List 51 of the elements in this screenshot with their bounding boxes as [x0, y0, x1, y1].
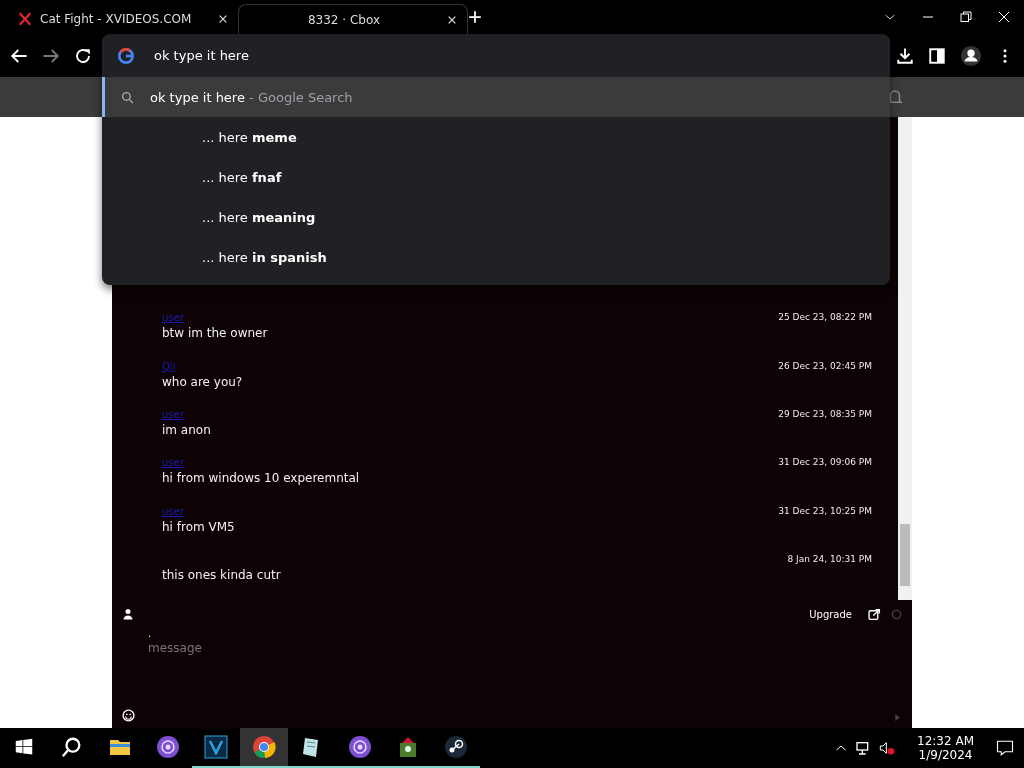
profile-icon[interactable] — [960, 44, 982, 67]
windows-icon — [15, 738, 33, 756]
suggestion-item[interactable]: ok type it here - Google Search — [102, 77, 890, 117]
x-logo-icon — [18, 12, 32, 26]
browser-tab[interactable]: Cat Fight - XVIDEOS.COM — [8, 4, 238, 34]
message-time: 8 Jan 24, 10:31 PM — [787, 553, 872, 566]
message-text: who are you? — [162, 374, 244, 389]
suggestion-item[interactable]: ... here meme — [102, 117, 890, 157]
address-field[interactable]: ok type it here — [152, 47, 656, 64]
message-text: im anon — [162, 422, 212, 437]
message-time: 26 Dec 23, 02:45 PM — [778, 360, 872, 373]
message-time: 31 Dec 23, 10:25 PM — [778, 505, 872, 518]
emoji-icon[interactable] — [122, 709, 135, 722]
browser-tab[interactable]: 8332 · Cbox — [238, 4, 468, 34]
suggestion-item[interactable]: ... here meaning — [102, 197, 890, 237]
message-text: this ones kinda cutr — [162, 567, 282, 582]
search-icon — [61, 736, 83, 758]
v-app-icon — [204, 735, 228, 759]
message-field[interactable]: message — [146, 640, 750, 656]
search-icon — [121, 90, 134, 104]
message-time: 31 Dec 23, 09:06 PM — [778, 457, 872, 470]
new-tab-button[interactable] — [468, 10, 482, 24]
message-text: hi from windows 10 experemntal — [162, 471, 361, 486]
notification-icon[interactable] — [996, 739, 1014, 757]
user-icon[interactable] — [122, 608, 134, 620]
reload-icon[interactable] — [74, 46, 92, 65]
back-icon[interactable] — [10, 46, 28, 65]
muted-speaker-icon[interactable] — [879, 740, 896, 756]
forward-icon[interactable] — [42, 46, 60, 65]
onion-icon — [156, 735, 180, 759]
taskbar-app[interactable] — [240, 728, 288, 768]
message-text: btw im the owner — [162, 326, 269, 341]
side-panel-icon[interactable] — [928, 46, 946, 65]
external-link-icon[interactable] — [868, 607, 881, 621]
message-text: hi from VM5 — [162, 519, 236, 534]
clock[interactable]: 12:32 AM 1/9/2024 — [917, 734, 974, 762]
steam-icon — [444, 735, 468, 759]
close-icon[interactable] — [218, 14, 228, 24]
onion-icon — [348, 735, 372, 759]
suggestion-item[interactable]: ... here fnaf — [102, 157, 890, 197]
message-time: 25 Dec 23, 08:22 PM — [778, 312, 872, 325]
chrome-icon — [252, 735, 276, 759]
scrollbar[interactable] — [898, 117, 912, 600]
name-field[interactable]: . — [112, 628, 912, 640]
download-icon[interactable] — [896, 46, 914, 65]
suggestion-item[interactable]: ... here in spanish — [102, 237, 890, 277]
close-icon[interactable] — [447, 14, 457, 25]
google-icon — [118, 47, 134, 64]
restore-icon[interactable] — [960, 11, 972, 23]
message-time: 29 Dec 23, 08:35 PM — [778, 408, 872, 421]
upgrade-link[interactable]: Upgrade — [803, 607, 858, 621]
